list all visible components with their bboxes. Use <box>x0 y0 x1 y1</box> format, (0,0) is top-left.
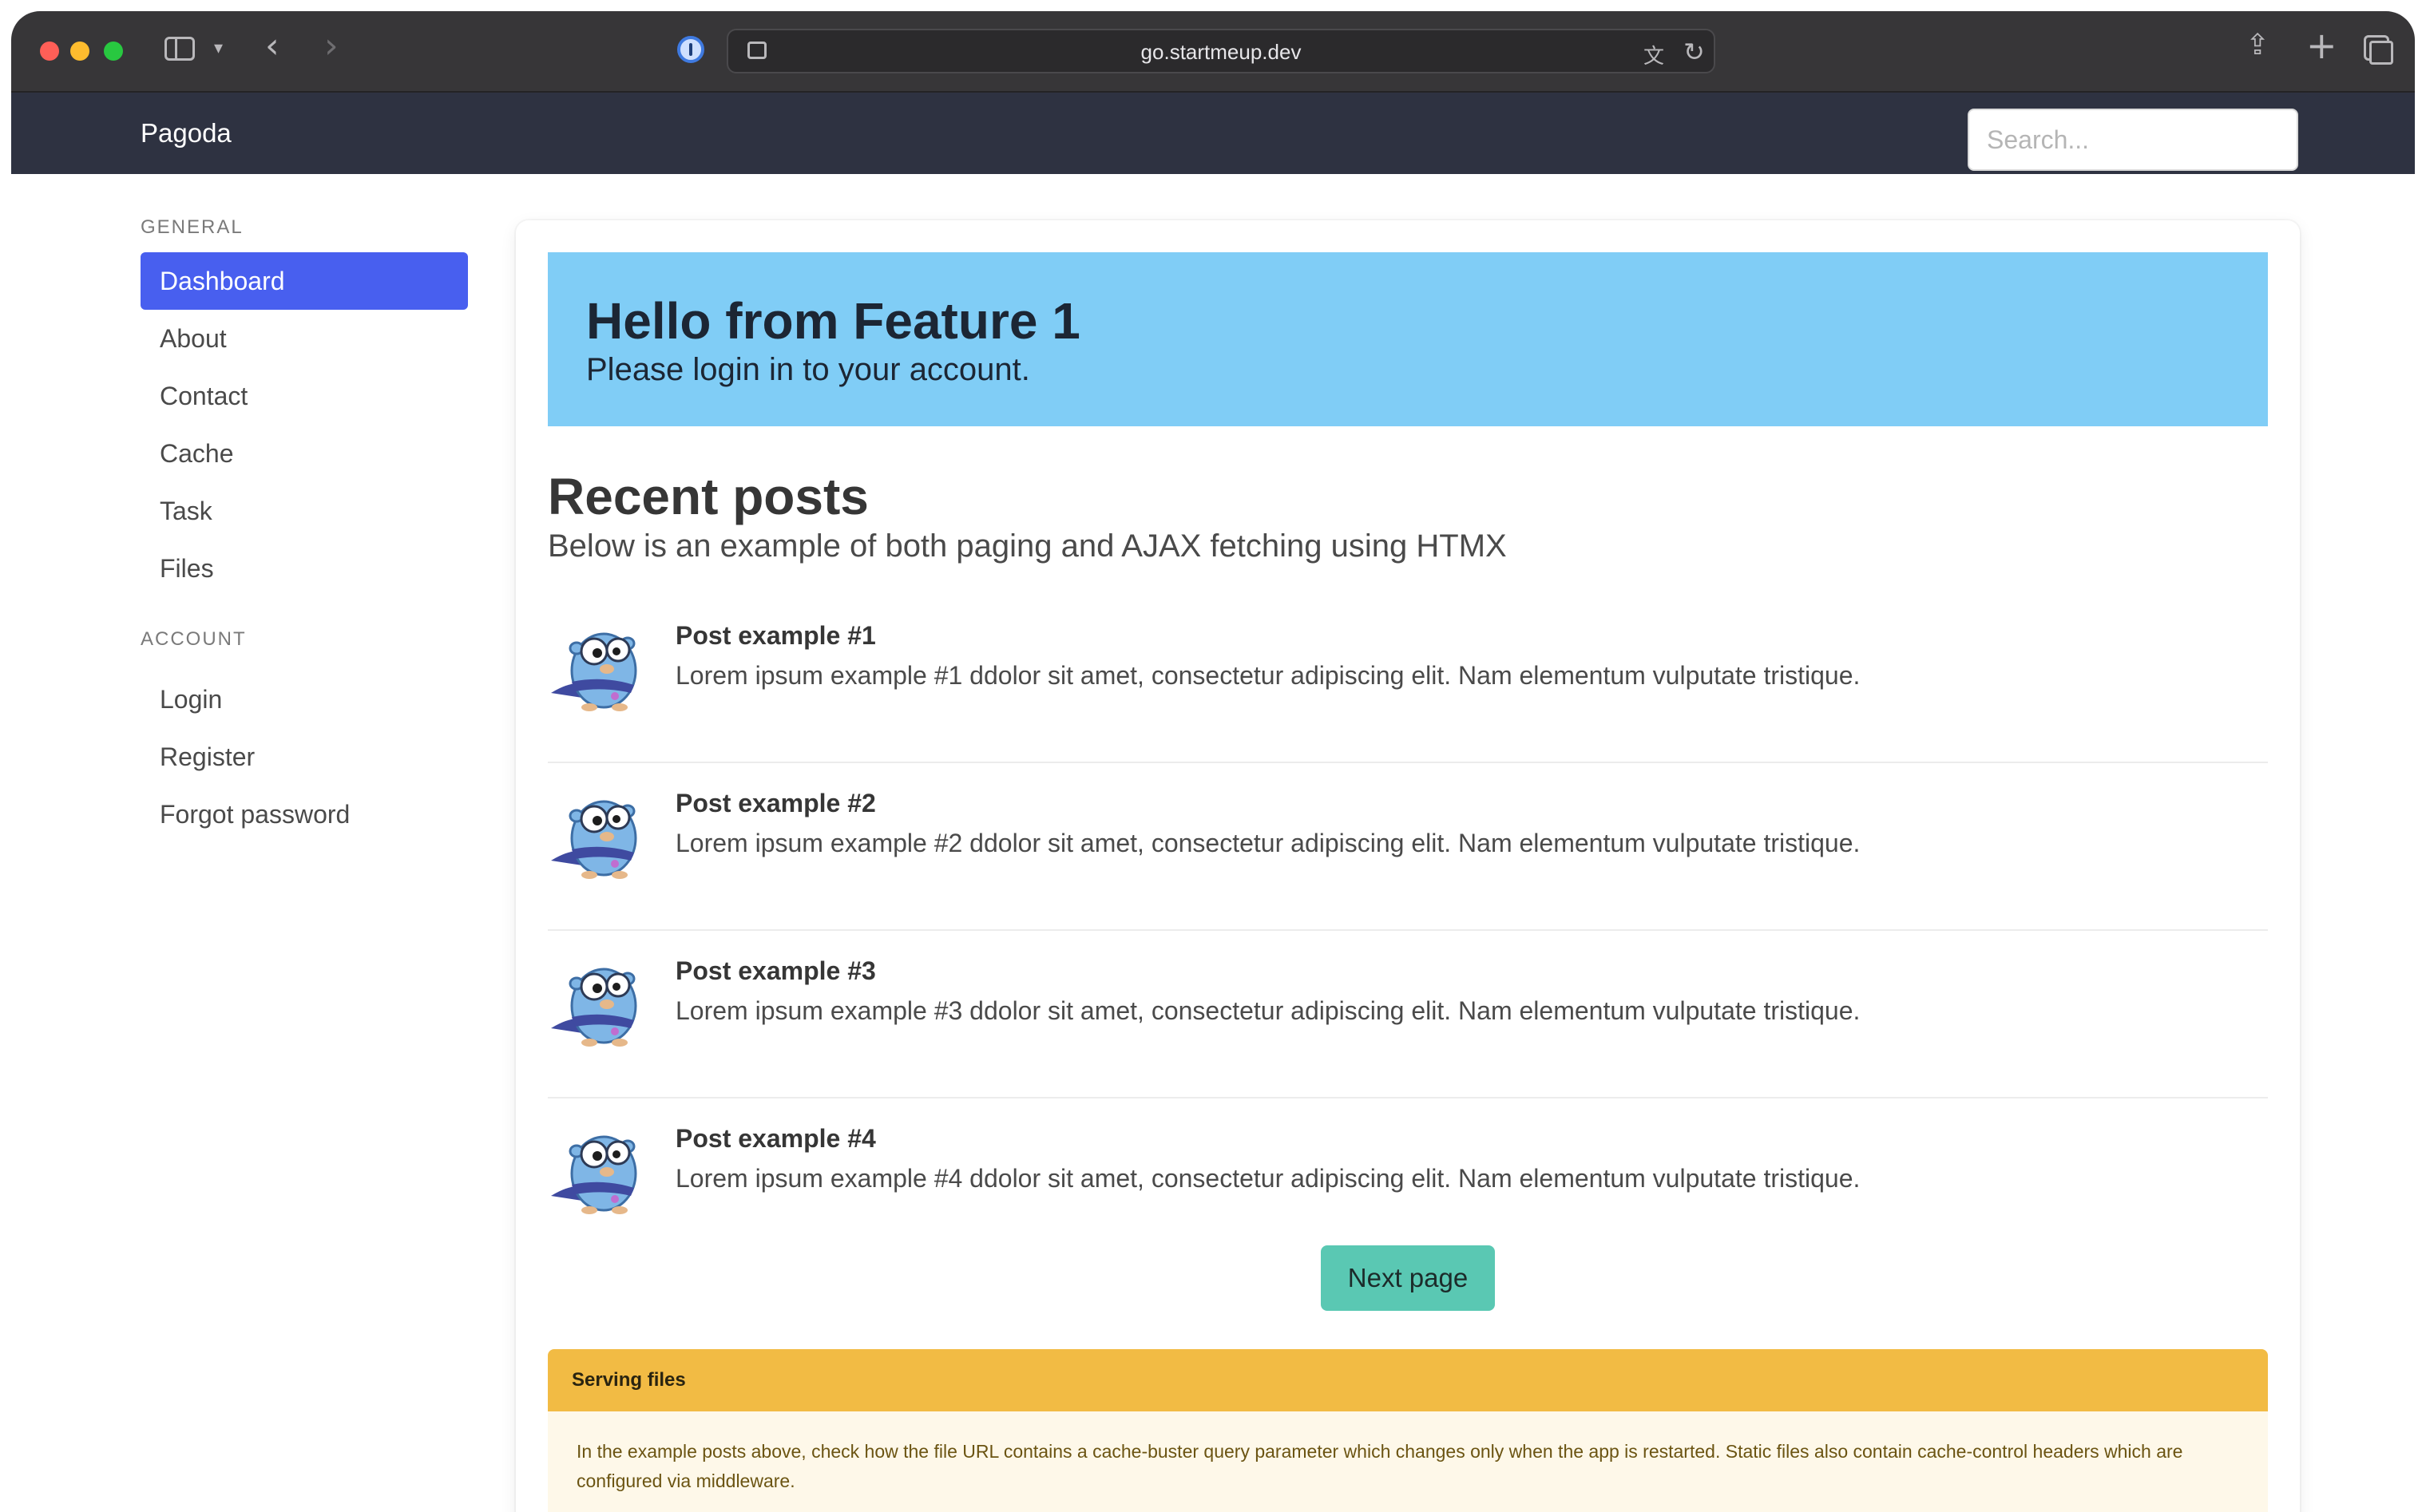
sidebar-item-dashboard[interactable]: Dashboard <box>141 252 468 310</box>
post-item: Post example #4 Lorem ipsum example #4 d… <box>548 1098 2268 1266</box>
hero-subtitle: Please login in to your account. <box>586 352 1030 387</box>
browser-toolbar: ▾ ‹ › go.startmeup.dev 文 ↻ ⇪ + <box>11 11 2415 93</box>
recent-posts-title: Recent posts <box>548 468 869 525</box>
post-title: Post example #4 <box>676 1124 876 1153</box>
reload-icon[interactable]: ↻ <box>1683 37 1705 67</box>
brand-link[interactable]: Pagoda <box>141 93 232 174</box>
hero-banner: Hello from Feature 1 Please login in to … <box>548 252 2268 426</box>
forward-icon[interactable]: › <box>324 29 339 64</box>
sidebar-item-login[interactable]: Login <box>141 671 468 728</box>
hero-title: Hello from Feature 1 <box>586 292 1080 350</box>
sidebar-item-contact[interactable]: Contact <box>141 367 468 425</box>
translate-icon[interactable]: 文 <box>1643 40 1664 69</box>
recent-posts-subtitle: Below is an example of both paging and A… <box>548 528 1507 564</box>
search-input[interactable] <box>1968 109 2298 171</box>
share-icon[interactable]: ⇪ <box>2246 29 2269 61</box>
gopher-icon <box>551 968 637 1047</box>
back-icon[interactable]: ‹ <box>265 29 279 64</box>
sidebar-menu: GENERAL Dashboard About Contact Cache Ta… <box>141 214 468 843</box>
gopher-icon <box>551 1135 637 1214</box>
general-menu-list: Dashboard About Contact Cache Task Files <box>141 252 468 597</box>
sidebar-item-register[interactable]: Register <box>141 728 468 786</box>
sidebar-item-task[interactable]: Task <box>141 482 468 540</box>
address-bar[interactable]: go.startmeup.dev 文 ↻ <box>727 29 1715 73</box>
post-body: Lorem ipsum example #1 ddolor sit amet, … <box>676 661 1861 690</box>
posts-list: Post example #1 Lorem ipsum example #1 d… <box>548 596 2268 1266</box>
chevron-down-icon[interactable]: ▾ <box>214 38 223 58</box>
sidebar-icon[interactable] <box>165 37 195 61</box>
notice-header: Serving files <box>548 1349 2268 1411</box>
post-title: Post example #1 <box>676 621 876 650</box>
next-page-button[interactable]: Next page <box>1321 1245 1495 1311</box>
password-manager-icon[interactable] <box>677 36 704 63</box>
serving-files-notice: Serving files In the example posts above… <box>548 1349 2268 1512</box>
post-item: Post example #2 Lorem ipsum example #2 d… <box>548 763 2268 931</box>
sidebar-item-cache[interactable]: Cache <box>141 425 468 482</box>
app-navbar: Pagoda <box>11 93 2415 174</box>
zoom-window-button[interactable] <box>104 42 123 61</box>
post-body: Lorem ipsum example #2 ddolor sit amet, … <box>676 829 1861 857</box>
notice-body: In the example posts above, check how th… <box>548 1411 2268 1512</box>
post-item: Post example #3 Lorem ipsum example #3 d… <box>548 931 2268 1098</box>
post-title: Post example #2 <box>676 789 876 817</box>
browser-window: ▾ ‹ › go.startmeup.dev 文 ↻ ⇪ + Pagoda GE… <box>11 11 2415 1512</box>
gopher-icon <box>551 632 637 711</box>
tab-overview-icon[interactable] <box>2364 35 2393 65</box>
main-content-box: Hello from Feature 1 Please login in to … <box>516 220 2300 1512</box>
menu-label-account: ACCOUNT <box>141 628 247 650</box>
url-text: go.startmeup.dev <box>1140 40 1302 64</box>
post-body: Lorem ipsum example #3 ddolor sit amet, … <box>676 996 1861 1025</box>
menu-label-general: GENERAL <box>141 216 244 238</box>
post-item: Post example #1 Lorem ipsum example #1 d… <box>548 596 2268 763</box>
post-title: Post example #3 <box>676 956 876 985</box>
minimize-window-button[interactable] <box>70 42 89 61</box>
close-window-button[interactable] <box>40 42 59 61</box>
sidebar-item-about[interactable]: About <box>141 310 468 367</box>
sidebar-item-forgot-password[interactable]: Forgot password <box>141 786 468 843</box>
post-body: Lorem ipsum example #4 ddolor sit amet, … <box>676 1164 1861 1193</box>
new-tab-icon[interactable]: + <box>2306 24 2337 67</box>
account-menu-list: Login Register Forgot password <box>141 671 468 843</box>
gopher-icon <box>551 800 637 879</box>
sidebar-item-files[interactable]: Files <box>141 540 468 597</box>
